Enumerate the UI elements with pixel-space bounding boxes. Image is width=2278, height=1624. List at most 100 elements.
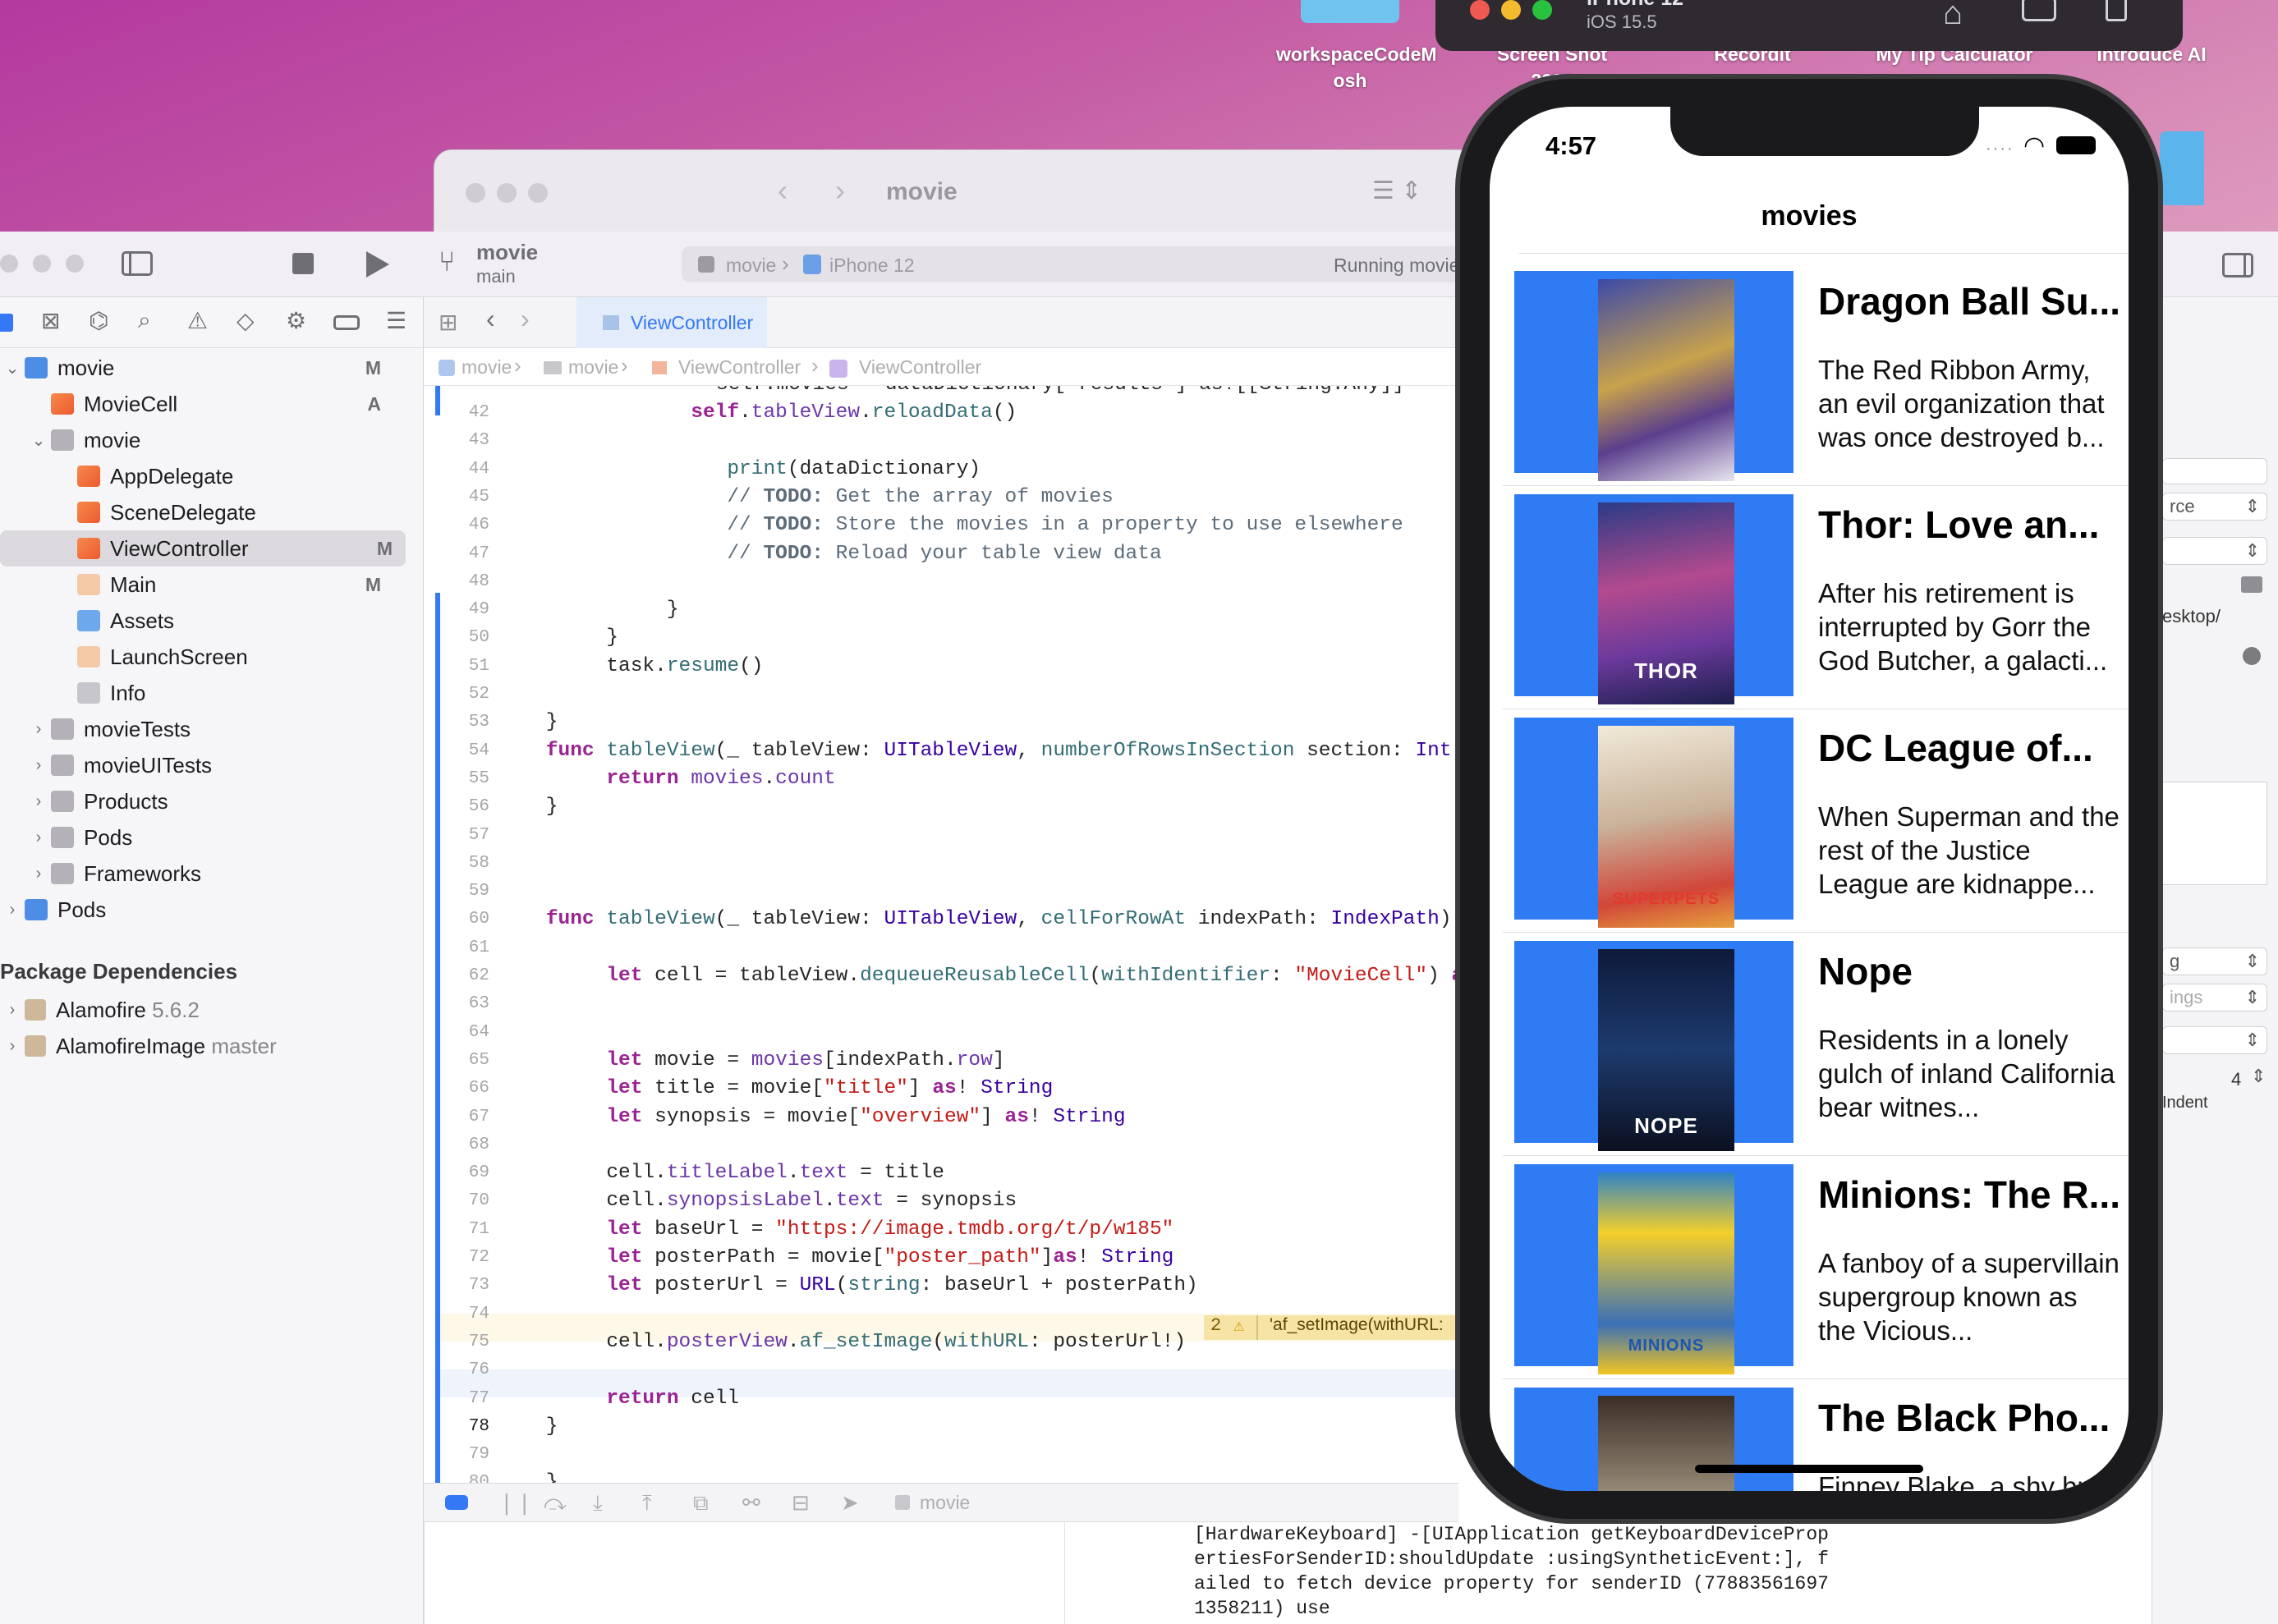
code-line[interactable]: 42 self.tableView.reloadData() bbox=[424, 399, 1458, 427]
location-icon[interactable]: ➤ bbox=[841, 1490, 859, 1516]
desktop-folder-icon[interactable] bbox=[2160, 131, 2204, 205]
find-navigator-icon[interactable]: ⌕ bbox=[138, 307, 151, 334]
code-line[interactable]: 44 print(dataDictionary) bbox=[424, 456, 1458, 484]
movie-cell[interactable]: THOR Thor: Love an... After his retirement… bbox=[1503, 486, 2129, 709]
sidebar-toggle-icon[interactable] bbox=[122, 251, 153, 276]
issue-navigator-icon[interactable]: ⚠ bbox=[187, 307, 208, 334]
console-toggle-icon[interactable] bbox=[445, 1495, 468, 1510]
folder-icon[interactable] bbox=[2241, 576, 2262, 593]
movie-table[interactable]: Dragon Ball Su... The Red Ribbon Army, an… bbox=[1490, 263, 2129, 1491]
code-line[interactable]: 71 let baseUrl = "https://image.tmdb.org… bbox=[424, 1216, 1458, 1244]
navigator-item[interactable]: Assets bbox=[0, 603, 394, 639]
disclosure-closed-icon[interactable]: › bbox=[0, 1037, 25, 1056]
code-line[interactable]: 73 let posterUrl = URL(string: baseUrl +… bbox=[424, 1272, 1458, 1300]
code-line[interactable]: 45 // TODO: Get the array of movies bbox=[424, 484, 1458, 512]
navigator-item[interactable]: MovieCell A bbox=[0, 386, 394, 422]
code-line[interactable]: 67 let synopsis = movie["overview"] as! … bbox=[424, 1103, 1458, 1131]
navigator-item[interactable]: › Frameworks bbox=[0, 856, 394, 892]
code-line[interactable]: 52 bbox=[424, 681, 1458, 709]
code-line[interactable]: 65 let movie = movies[indexPath.row] bbox=[424, 1047, 1458, 1075]
arrow-circle-icon[interactable] bbox=[2243, 647, 2261, 665]
code-line[interactable]: 70 cell.synopsisLabel.text = synopsis bbox=[424, 1187, 1458, 1215]
desktop-icon-workspace[interactable]: workspaceCodeM osh bbox=[1276, 0, 1437, 94]
code-line[interactable]: 72 let posterPath = movie["poster_path"]… bbox=[424, 1244, 1458, 1272]
inspector-popup[interactable]: ⇕ bbox=[2162, 1026, 2267, 1054]
movie-cell[interactable]: NOPE Nope Residents in a lonely gulch of i… bbox=[1503, 933, 2129, 1156]
code-line[interactable]: 76 bbox=[424, 1356, 1458, 1384]
code-line[interactable]: 80 } bbox=[424, 1469, 1458, 1483]
close-dot[interactable] bbox=[1470, 0, 1490, 20]
inspector-toggle-icon[interactable] bbox=[2222, 253, 2253, 278]
code-line[interactable]: 51 task.resume() bbox=[424, 653, 1458, 681]
code-line[interactable]: 69 cell.titleLabel.text = title bbox=[424, 1159, 1458, 1187]
movie-cell[interactable]: SUPERPETS DC League of... When Superman an… bbox=[1503, 709, 2129, 933]
screenshot-icon[interactable] bbox=[2022, 0, 2056, 21]
navigator-item[interactable]: › Products bbox=[0, 783, 394, 819]
pause-icon[interactable]: ❘❘ bbox=[498, 1490, 534, 1516]
navigator-item[interactable]: › Pods bbox=[0, 819, 394, 856]
code-line[interactable]: 57 bbox=[424, 822, 1458, 850]
view-hierarchy-icon[interactable]: ⧉ bbox=[693, 1490, 709, 1516]
code-line[interactable]: 48 bbox=[424, 568, 1458, 596]
inspector-popup[interactable]: ings ⇕ bbox=[2162, 984, 2267, 1012]
navigator-item[interactable]: ⌄ movie M bbox=[0, 350, 394, 386]
disclosure-closed-icon[interactable]: › bbox=[26, 720, 51, 739]
disclosure-closed-icon[interactable]: › bbox=[0, 1001, 25, 1020]
disclosure-open-icon[interactable]: ⌄ bbox=[26, 430, 51, 451]
code-line[interactable]: 49 } bbox=[424, 596, 1458, 624]
code-line[interactable]: 78 } bbox=[424, 1413, 1458, 1441]
debug-navigator-icon[interactable]: ⚙ bbox=[286, 307, 306, 334]
test-navigator-icon[interactable]: ◇ bbox=[237, 307, 255, 334]
navigator-item[interactable]: › movieUITests bbox=[0, 747, 394, 783]
navigator-item[interactable]: Info bbox=[0, 675, 394, 711]
source-control-icon[interactable]: ⊠ bbox=[41, 307, 60, 334]
disclosure-closed-icon[interactable]: › bbox=[26, 828, 51, 847]
disclosure-closed-icon[interactable]: › bbox=[0, 901, 25, 920]
code-line[interactable]: 79 bbox=[424, 1441, 1458, 1469]
code-line[interactable]: 55 return movies.count bbox=[424, 765, 1458, 793]
list-options-icon[interactable]: ☰ ⇕ bbox=[1372, 177, 1421, 205]
step-over-icon[interactable]: ⤼ bbox=[544, 1490, 567, 1516]
package-alamofire[interactable]: › Alamofire 5.6.2 bbox=[0, 992, 200, 1028]
code-line[interactable]: 56 } bbox=[424, 793, 1458, 821]
navigator-item[interactable]: SceneDelegate bbox=[0, 494, 394, 530]
code-line[interactable]: 46 // TODO: Store the movies in a proper… bbox=[424, 512, 1458, 539]
navigator-item[interactable]: ⌄ movie bbox=[0, 422, 394, 458]
step-out-icon[interactable]: ⤒ bbox=[642, 1490, 652, 1516]
code-line[interactable]: 53 } bbox=[424, 709, 1458, 736]
code-line[interactable]: 64 bbox=[424, 1019, 1458, 1047]
run-destination[interactable]: movie › iPhone 12 Running movie bbox=[682, 246, 1462, 282]
rotate-icon[interactable] bbox=[2106, 0, 2127, 21]
back-icon[interactable]: ‹ bbox=[486, 304, 495, 334]
back-nav-icon[interactable]: ‹ bbox=[778, 173, 788, 208]
project-navigator-icon[interactable] bbox=[0, 314, 13, 332]
text-area[interactable] bbox=[2162, 782, 2267, 885]
indent-value[interactable]: 4 bbox=[2231, 1069, 2241, 1090]
code-line[interactable]: 47 // TODO: Reload your table view data bbox=[424, 540, 1458, 568]
iphone-screen[interactable]: 4:57 ···· ◠ movies Dragon Ball Su... The … bbox=[1490, 107, 2129, 1491]
breakpoint-navigator-icon[interactable] bbox=[333, 315, 360, 330]
movie-cell[interactable]: MINIONS Minions: The R... A fanboy of a su… bbox=[1503, 1156, 2129, 1379]
scheme-project[interactable]: movie bbox=[476, 240, 538, 265]
stepper-icon[interactable]: ⇕ bbox=[2251, 1066, 2266, 1087]
forward-icon[interactable]: › bbox=[521, 304, 530, 334]
code-line[interactable]: 60 func tableView(_ tableView: UITableVi… bbox=[424, 906, 1458, 934]
minimize-dot[interactable] bbox=[1501, 0, 1521, 20]
disclosure-closed-icon[interactable]: › bbox=[26, 792, 51, 811]
navigator-item[interactable]: ViewController M bbox=[0, 530, 406, 567]
code-line[interactable]: 54 func tableView(_ tableView: UITableVi… bbox=[424, 737, 1458, 765]
code-line[interactable]: 66 let title = movie["title"] as! String bbox=[424, 1075, 1458, 1103]
inspector-popup[interactable]: ⇕ bbox=[2162, 537, 2267, 565]
environment-icon[interactable]: ⊟ bbox=[792, 1490, 810, 1516]
symbol-navigator-icon[interactable]: ⌬ bbox=[89, 307, 108, 334]
inspector-field[interactable] bbox=[2162, 458, 2267, 484]
grid-icon[interactable]: ⊞ bbox=[439, 309, 457, 336]
console-area[interactable]: [HardwareKeyboard] -[UIApplication getKe… bbox=[424, 1522, 1869, 1624]
code-editor[interactable]: self.movies = dataDictionary["results"] … bbox=[424, 386, 1458, 1483]
code-line[interactable]: 77 return cell bbox=[424, 1385, 1458, 1413]
movie-cell[interactable]: The Black Pho... Finney Blake, a shy but bbox=[1503, 1379, 2129, 1491]
movie-cell[interactable]: Dragon Ball Su... The Red Ribbon Army, an… bbox=[1503, 263, 2129, 486]
stop-button[interactable] bbox=[292, 253, 314, 274]
step-in-icon[interactable]: ⤓ bbox=[593, 1490, 603, 1516]
navigator-item[interactable]: Main M bbox=[0, 567, 394, 603]
